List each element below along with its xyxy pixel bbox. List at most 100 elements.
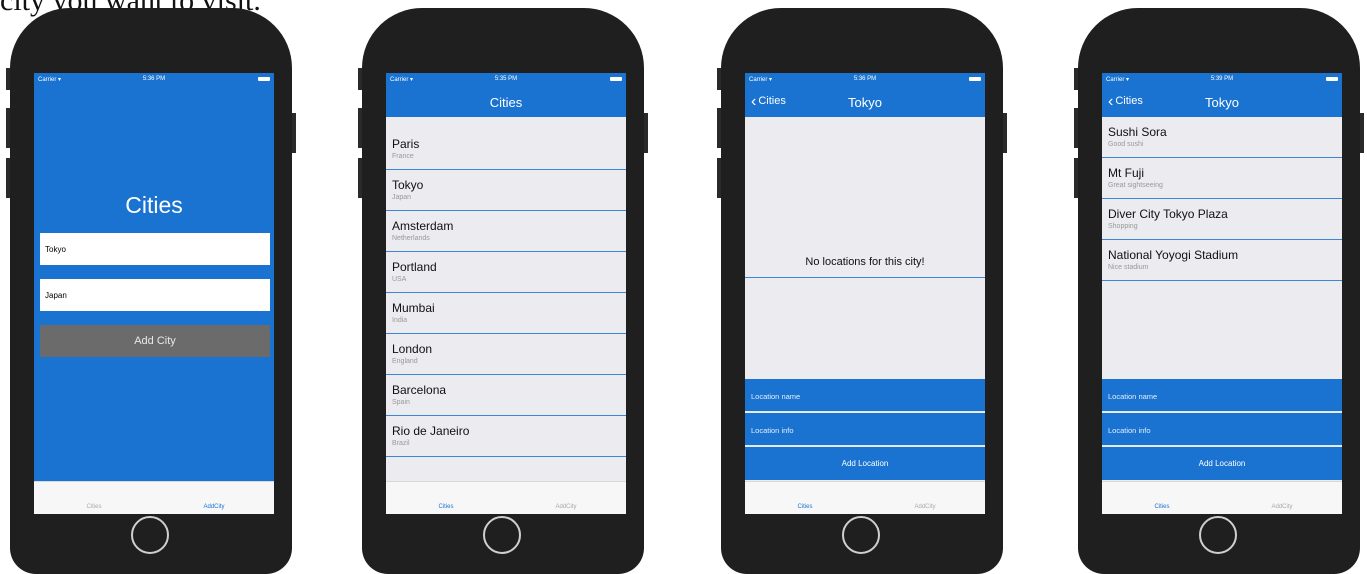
list-item-title: Portland bbox=[392, 260, 437, 274]
power-button bbox=[1360, 113, 1364, 153]
tab-add-city[interactable]: AddCity bbox=[865, 504, 985, 510]
battery-icon bbox=[258, 77, 270, 81]
power-button bbox=[1003, 113, 1007, 153]
list-item-title: Paris bbox=[392, 137, 420, 151]
screen-city-detail-empty: Carrier ▾ 5:36 PM ‹ Cities Tokyo No locat… bbox=[745, 73, 985, 514]
list-item[interactable]: Mt Fuji Great sightseeing bbox=[1102, 158, 1342, 199]
battery-icon bbox=[1326, 77, 1338, 81]
list-item-subtitle: Nice stadium bbox=[1108, 264, 1149, 271]
home-button[interactable] bbox=[483, 516, 521, 554]
list-item[interactable]: Barcelona Spain bbox=[386, 375, 626, 416]
tab-cities[interactable]: Cities bbox=[1102, 504, 1222, 510]
tab-add-city[interactable]: AddCity bbox=[1222, 504, 1342, 510]
status-bar: Carrier ▾ 5:36 PM bbox=[745, 73, 985, 87]
add-city-button[interactable]: Add City bbox=[40, 325, 270, 357]
location-name-placeholder: Location name bbox=[751, 392, 801, 401]
nav-title: Tokyo bbox=[848, 95, 882, 110]
status-time: 5:36 PM bbox=[853, 76, 877, 82]
list-item[interactable]: Portland USA bbox=[386, 252, 626, 293]
list-item[interactable]: National Yoyogi Stadium Nice stadium bbox=[1102, 240, 1342, 281]
tab-bar: Cities AddCity bbox=[34, 481, 274, 514]
tab-cities[interactable]: Cities bbox=[386, 504, 506, 510]
power-button bbox=[292, 113, 296, 153]
tab-add-city[interactable]: AddCity bbox=[506, 504, 626, 510]
screen-add-city: Carrier ▾ 5:36 PM Cities Add City Cities… bbox=[34, 73, 274, 514]
nav-title: Tokyo bbox=[1205, 95, 1239, 110]
location-info-input[interactable]: Location info bbox=[1102, 413, 1342, 446]
list-item-subtitle: Good sushi bbox=[1108, 141, 1144, 148]
list-item[interactable]: Tokyo Japan bbox=[386, 170, 626, 211]
tab-cities[interactable]: Cities bbox=[34, 504, 154, 510]
tab-bar: Cities AddCity bbox=[386, 481, 626, 514]
list-item[interactable]: Paris France bbox=[386, 129, 626, 170]
battery-icon bbox=[610, 77, 622, 81]
location-name-input[interactable]: Location name bbox=[745, 379, 985, 412]
screen-background bbox=[34, 73, 274, 482]
volume-down-button bbox=[358, 158, 362, 198]
list-item-title: London bbox=[392, 342, 433, 356]
mute-switch bbox=[1074, 68, 1078, 90]
list-item-subtitle: Great sightseeing bbox=[1108, 182, 1163, 189]
list-item-title: Tokyo bbox=[392, 178, 424, 192]
location-info-input[interactable]: Location info bbox=[745, 413, 985, 446]
list-item-title: Mumbai bbox=[392, 301, 435, 315]
location-name-placeholder: Location name bbox=[1108, 392, 1158, 401]
volume-up-button bbox=[1074, 108, 1078, 148]
nav-bar: Carrier ▾ 5:36 PM ‹ Cities Tokyo bbox=[745, 73, 985, 117]
add-location-button[interactable]: Add Location bbox=[1102, 447, 1342, 480]
mute-switch bbox=[6, 68, 10, 90]
mute-switch bbox=[358, 68, 362, 90]
status-bar: Carrier ▾ 5:35 PM bbox=[386, 73, 626, 87]
list-item-subtitle: India bbox=[392, 317, 408, 324]
power-button bbox=[644, 113, 648, 153]
volume-down-button bbox=[1074, 158, 1078, 198]
country-input[interactable] bbox=[40, 279, 270, 311]
tab-bar: Cities AddCity bbox=[745, 481, 985, 514]
list-item-subtitle: USA bbox=[392, 276, 407, 283]
list-item-title: Amsterdam bbox=[392, 219, 454, 233]
list-item-title: Mt Fuji bbox=[1108, 166, 1144, 180]
add-location-button[interactable]: Add Location bbox=[745, 447, 985, 480]
list-item-subtitle: Brazil bbox=[392, 440, 410, 447]
list-item[interactable]: London England bbox=[386, 334, 626, 375]
volume-up-button bbox=[358, 108, 362, 148]
list-item-title: Sushi Sora bbox=[1108, 125, 1167, 139]
list-item-title: National Yoyogi Stadium bbox=[1108, 248, 1239, 262]
status-time: 5:39 PM bbox=[1210, 76, 1234, 82]
volume-up-button bbox=[717, 108, 721, 148]
list-item-subtitle: Spain bbox=[392, 399, 410, 406]
volume-down-button bbox=[6, 158, 10, 198]
phone-1: Carrier ▾ 5:36 PM Cities Add City Cities… bbox=[6, 8, 296, 574]
list-item-subtitle: Japan bbox=[392, 194, 412, 201]
phone-4: Carrier ▾ 5:39 PM ‹ Cities Tokyo Sushi So… bbox=[1074, 8, 1364, 574]
tab-add-city[interactable]: AddCity bbox=[154, 504, 274, 510]
home-button[interactable] bbox=[131, 516, 169, 554]
nav-title: Cities bbox=[489, 95, 523, 110]
list-item-title: Diver City Tokyo Plaza bbox=[1108, 207, 1228, 221]
tab-cities[interactable]: Cities bbox=[745, 504, 865, 510]
list-item-title: Barcelona bbox=[392, 383, 447, 397]
list-item-subtitle: France bbox=[392, 153, 414, 160]
list-item-subtitle: England bbox=[392, 358, 418, 365]
home-button[interactable] bbox=[842, 516, 880, 554]
list-item-subtitle: Shopping bbox=[1108, 223, 1138, 230]
list-item[interactable]: Sushi Sora Good sushi bbox=[1102, 117, 1342, 158]
status-bar: Carrier ▾ 5:39 PM bbox=[1102, 73, 1342, 87]
volume-up-button bbox=[6, 108, 10, 148]
home-button[interactable] bbox=[1199, 516, 1237, 554]
phone-2: Carrier ▾ 5:35 PM Cities Paris France Toky… bbox=[358, 8, 648, 574]
list-item[interactable]: Diver City Tokyo Plaza Shopping bbox=[1102, 199, 1342, 240]
nav-bar: Carrier ▾ 5:39 PM ‹ Cities Tokyo bbox=[1102, 73, 1342, 117]
location-info-placeholder: Location info bbox=[1108, 426, 1151, 435]
screen-city-detail: Carrier ▾ 5:39 PM ‹ Cities Tokyo Sushi So… bbox=[1102, 73, 1342, 514]
location-name-input[interactable]: Location name bbox=[1102, 379, 1342, 412]
city-input[interactable] bbox=[40, 233, 270, 265]
status-time: 5:35 PM bbox=[494, 76, 518, 82]
page-title: Cities bbox=[125, 192, 183, 218]
list-item[interactable]: Amsterdam Netherlands bbox=[386, 211, 626, 252]
list-item[interactable]: Mumbai India bbox=[386, 293, 626, 334]
list-item[interactable]: Rio de Janeiro Brazil bbox=[386, 416, 626, 457]
nav-bar: Carrier ▾ 5:35 PM Cities bbox=[386, 73, 626, 117]
list-item-title: Rio de Janeiro bbox=[392, 424, 470, 438]
battery-icon bbox=[969, 77, 981, 81]
